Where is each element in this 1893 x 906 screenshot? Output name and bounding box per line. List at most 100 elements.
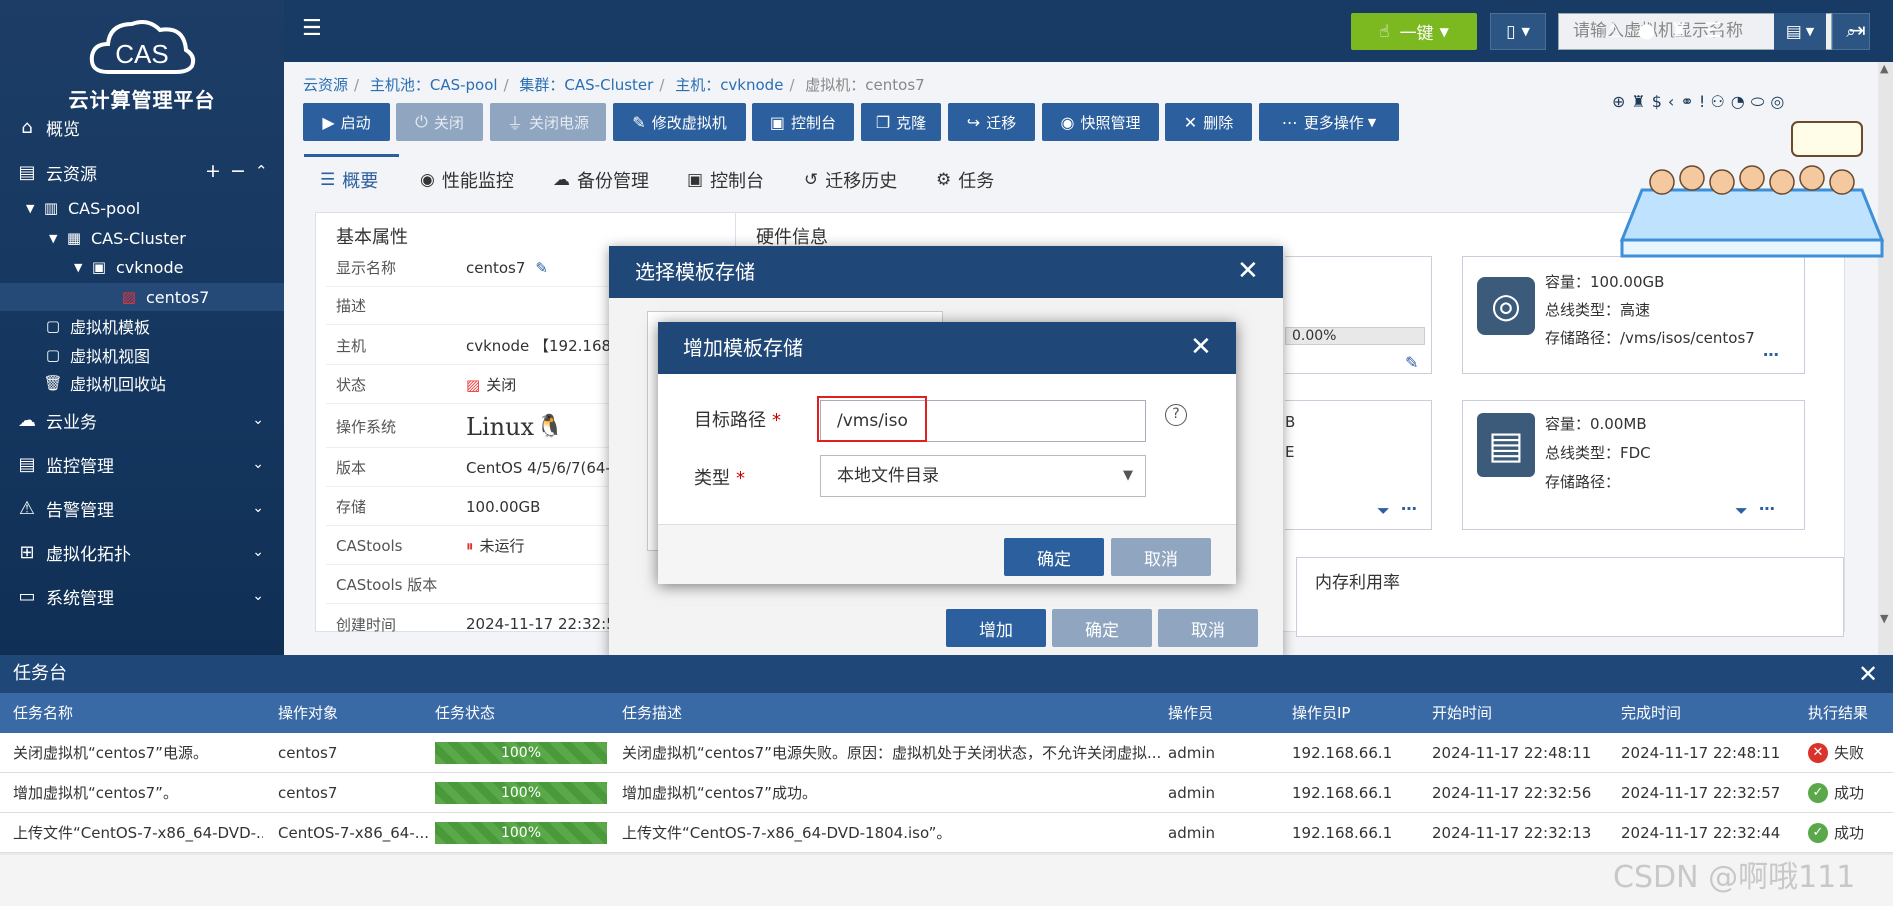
one-key-button[interactable]: ☝ 一键 ▼ — [1351, 13, 1477, 50]
toolbar-mini-icons[interactable]: ⊕♜$‹⚭ǃ⚇◔⬭◎ — [1612, 92, 1790, 112]
power-off-button[interactable]: ⏚ 关闭电源 — [490, 103, 606, 141]
tab-performance[interactable]: ◉ 性能监控 — [420, 163, 514, 197]
tab-console[interactable]: ▣ 控制台 — [687, 163, 764, 197]
nav-topology[interactable]: ⊞ 虚拟化拓扑 ⌄ — [0, 532, 284, 572]
tree-item-cas-cluster[interactable]: ▼ ▦ CAS-Cluster — [49, 224, 186, 252]
tree-item-cas-pool[interactable]: ▼ ▥ CAS-pool — [26, 194, 140, 222]
floppy-bus: 总线类型：FDC — [1545, 444, 1651, 462]
menu-toggle-icon[interactable]: ☰ — [302, 16, 322, 41]
view-menu-button[interactable]: ▤ ▼ — [1774, 13, 1826, 50]
dialog-title: 选择模板存储 — [609, 246, 1283, 298]
alarm-icon: ⚠ — [18, 497, 36, 519]
nav-overview[interactable]: ⌂ 概览 — [0, 107, 284, 147]
collapse-resources-button[interactable]: ⌃ — [255, 162, 268, 180]
task-result: ✓ 成功 — [1808, 813, 1864, 853]
tab-tasks[interactable]: ⚙ 任务 — [936, 163, 994, 197]
scroll-up-icon[interactable]: ▲ — [1880, 62, 1888, 75]
breadcrumb-item[interactable]: 主机池：CAS-pool — [370, 76, 498, 94]
cancel-button[interactable]: 取消 — [1111, 538, 1211, 576]
scroll-down-icon[interactable]: ▼ — [1880, 612, 1888, 625]
tree-item-cvknode[interactable]: ▼ ▣ cvknode — [74, 253, 183, 281]
tree-item-centos7[interactable]: ▨ centos7 — [118, 283, 209, 311]
tab-overview[interactable]: ☰ 概要 — [320, 163, 378, 197]
list-icon[interactable]: ☰ — [1704, 18, 1722, 42]
template-icon: ▢ — [45, 317, 61, 335]
pencil-icon[interactable]: ✎ — [535, 259, 548, 277]
close-icon[interactable]: ✕ — [1858, 655, 1878, 693]
backup-icon: ☁ — [553, 170, 570, 190]
table-row[interactable]: 上传文件“CentOS-7-x86_64-DVD-... CentOS-7-x8… — [0, 813, 1893, 853]
tree-item-recycle-bin[interactable]: 🗑 虚拟机回收站 — [42, 369, 166, 397]
breadcrumb-item[interactable]: 集群：CAS-Cluster — [519, 76, 653, 94]
prop-key: 主机 — [336, 337, 367, 355]
help-icon[interactable]: ? — [1165, 404, 1187, 426]
window-icon: ▤ — [1785, 21, 1802, 42]
remove-resource-button[interactable]: − — [230, 160, 246, 182]
start-button[interactable]: ▶ 启动 — [303, 103, 390, 141]
nav-cloud-business[interactable]: ☁ 云业务 ⌄ — [0, 400, 284, 440]
home-icon: ⌂ — [21, 116, 33, 138]
cloud-logo-icon: CAS — [89, 20, 196, 74]
col-header[interactable]: 开始时间 — [1432, 693, 1492, 733]
nav-monitoring[interactable]: ▤ 监控管理 ⌄ — [0, 444, 284, 484]
col-header[interactable]: 任务描述 — [622, 693, 682, 733]
table-row[interactable]: 关闭虚拟机“centos7”电源。 centos7 100% 关闭虚拟机“cen… — [0, 733, 1893, 773]
tree-item-vm-view[interactable]: ▢ 虚拟机视图 — [42, 341, 150, 369]
tab-backup[interactable]: ☁ 备份管理 — [553, 163, 649, 197]
col-header[interactable]: 任务状态 — [435, 693, 495, 733]
tab-migration-history[interactable]: ↺ 迁移历史 — [804, 163, 897, 197]
col-header[interactable]: 任务名称 — [13, 693, 73, 733]
breadcrumb-item[interactable]: 主机：cvknode — [675, 76, 783, 94]
more-icon[interactable]: ⋯ — [1759, 499, 1775, 518]
nav-cloud-resources[interactable]: ▤ 云资源 + − ⌃ — [0, 152, 284, 192]
snapshot-label: 快照管理 — [1080, 113, 1141, 132]
logout-icon[interactable]: ⇥ — [1849, 18, 1866, 42]
nav-alarms[interactable]: ⚠ 告警管理 ⌄ — [0, 488, 284, 528]
task-console-header: 任务台 ✕ — [0, 655, 1893, 693]
more-icon[interactable]: ⋯ — [1763, 345, 1779, 364]
user-icon[interactable]: ● — [1638, 18, 1655, 42]
close-icon[interactable]: ✕ — [1237, 256, 1259, 286]
add-storage-button[interactable]: 增加 — [946, 609, 1046, 647]
nic-card: B E ⏷ ⋯ — [1285, 400, 1432, 530]
more-actions-button[interactable]: ⋯ 更多操作 ▼ — [1259, 103, 1399, 141]
clone-button[interactable]: ❐ 克隆 — [861, 103, 941, 141]
ok-button[interactable]: 确定 — [1004, 538, 1104, 576]
task-operator: admin — [1168, 744, 1215, 762]
col-header[interactable]: 操作员IP — [1292, 693, 1350, 733]
prop-value: 未运行 — [479, 537, 525, 555]
pencil-icon[interactable]: ✎ — [1405, 353, 1418, 372]
col-header[interactable]: 完成时间 — [1621, 693, 1681, 733]
table-row[interactable]: 增加虚拟机“centos7”。 centos7 100% 增加虚拟机“cento… — [0, 773, 1893, 813]
tree-item-vm-template[interactable]: ▢ 虚拟机模板 — [42, 312, 150, 340]
vm-off-icon: ▨ — [466, 375, 481, 394]
shutdown-button[interactable]: ⏻ 关闭 — [396, 103, 483, 141]
theme-icon[interactable]: ♜ — [1670, 18, 1688, 42]
outer-ok-button[interactable]: 确定 — [1052, 609, 1152, 647]
type-select[interactable]: 本地文件目录 ▼ — [820, 455, 1146, 497]
console-button[interactable]: ▣ 控制台 — [752, 103, 854, 141]
more-icon[interactable]: ⋯ — [1401, 499, 1417, 518]
col-header[interactable]: 执行结果 — [1808, 693, 1868, 733]
filter-icon[interactable]: ⏷ — [1377, 501, 1390, 521]
snapshot-button[interactable]: ◉ 快照管理 — [1042, 103, 1159, 141]
sidebar: CAS 云计算管理平台 ⌂ 概览 ▤ 云资源 + − ⌃ ▼ ▥ CAS-poo… — [0, 0, 284, 655]
edit-vm-button[interactable]: ✎ 修改虚拟机 — [613, 103, 746, 141]
basic-properties-title: 基本属性 — [336, 227, 408, 248]
alert-icon[interactable]: ⚠ — [1604, 18, 1622, 42]
migrate-button[interactable]: ↪ 迁移 — [948, 103, 1035, 141]
prop-key: 描述 — [336, 297, 367, 315]
add-resource-button[interactable]: + — [205, 160, 221, 182]
outer-cancel-button[interactable]: 取消 — [1158, 609, 1258, 647]
filter-icon[interactable]: ⏷ — [1735, 501, 1748, 521]
col-header[interactable]: 操作员 — [1168, 693, 1213, 733]
close-icon[interactable]: ✕ — [1190, 332, 1212, 362]
memory-usage-card: 内存利用率 — [1296, 557, 1844, 637]
delete-button[interactable]: ✕ 删除 — [1165, 103, 1252, 141]
col-header[interactable]: 操作对象 — [278, 693, 338, 733]
vm-type-select[interactable]: ▯ ▼ — [1490, 13, 1546, 50]
breadcrumb-item[interactable]: 云资源 — [303, 76, 348, 94]
floppy-card: ▤ 容量：0.00MB 总线类型：FDC 存储路径： ⏷ ⋯ — [1462, 400, 1805, 530]
task-operator-ip: 192.168.66.1 — [1292, 784, 1393, 802]
nav-system[interactable]: ▭ 系统管理 ⌄ — [0, 576, 284, 616]
